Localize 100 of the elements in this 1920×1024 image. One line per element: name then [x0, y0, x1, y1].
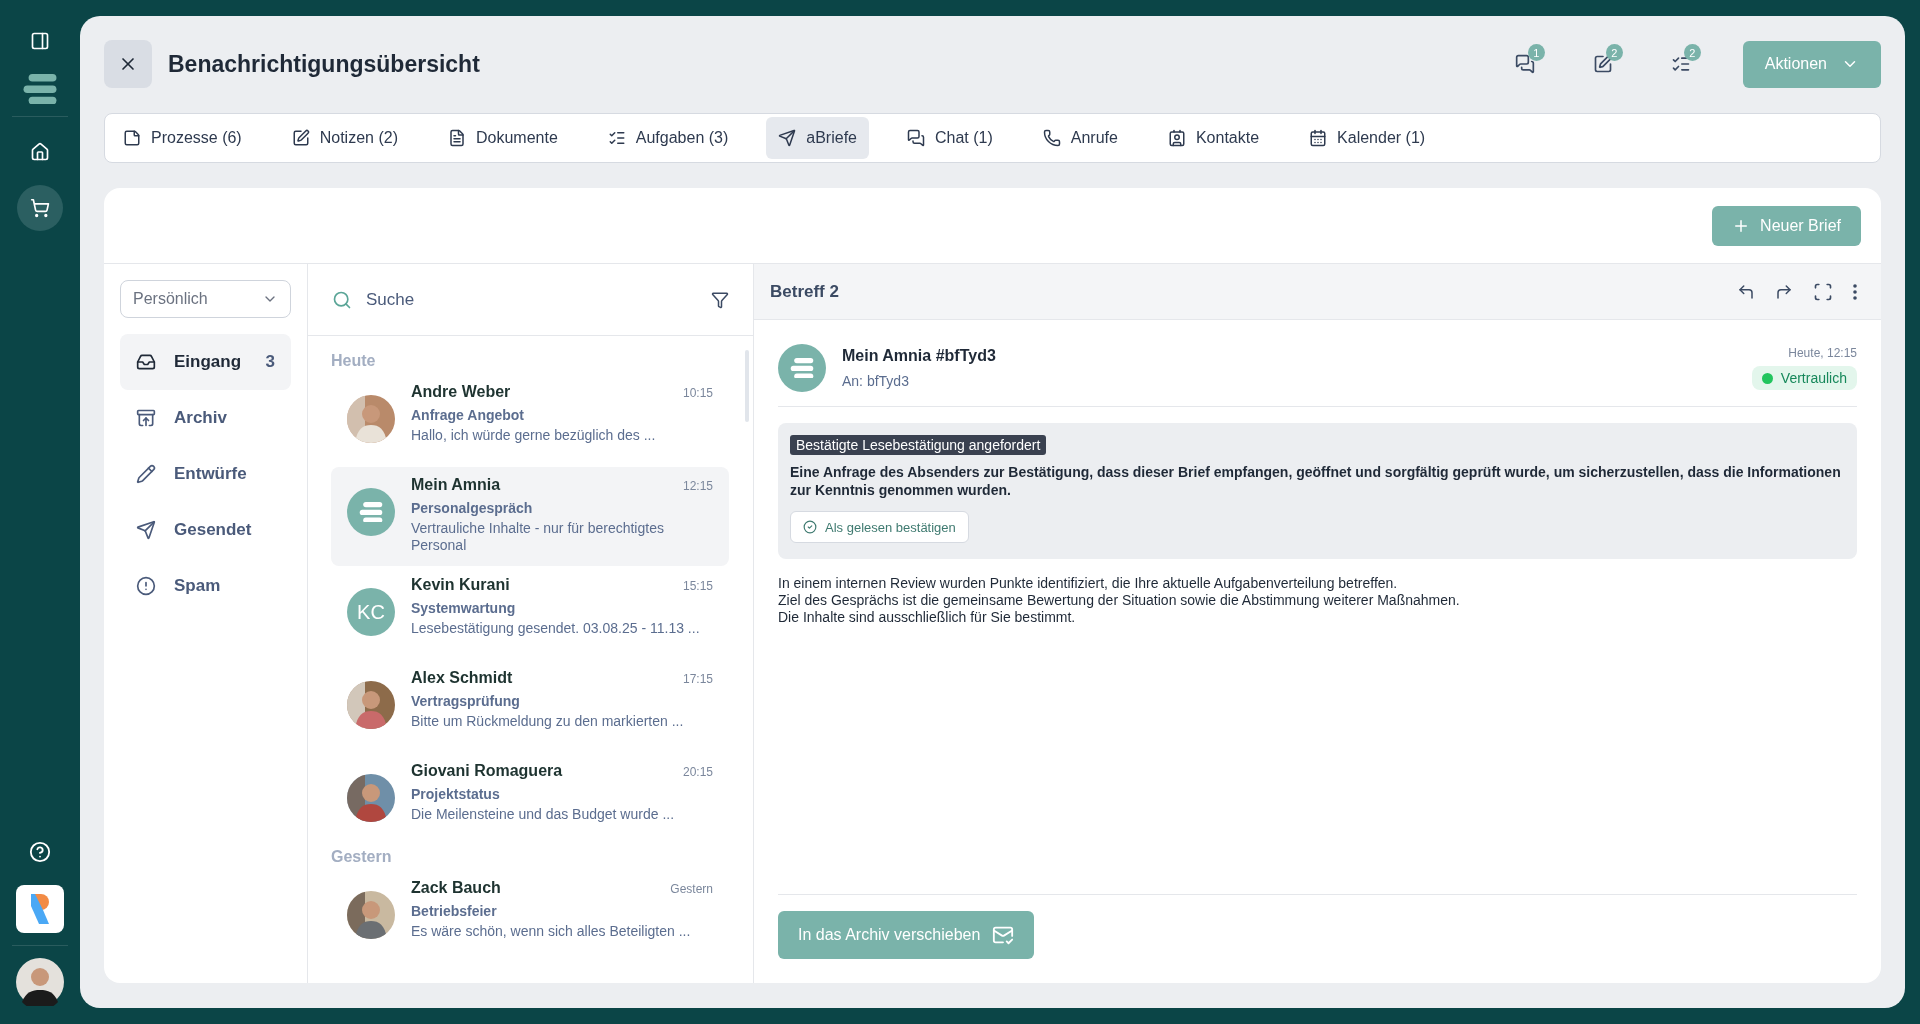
tab[interactable]: Kalender (1)	[1297, 117, 1438, 159]
message-subject: Anfrage Angebot	[411, 407, 526, 423]
tag-label: Vertraulich	[1780, 370, 1847, 386]
sender-name: Kevin Kurani	[411, 576, 510, 594]
home-icon	[30, 142, 50, 163]
phone-icon	[1042, 129, 1061, 147]
checklist-icon	[607, 129, 626, 147]
side-panel-icon	[30, 31, 50, 51]
filter-icon	[711, 290, 729, 309]
message-preview: Bitte um Rückmeldung zu den markierten ...	[411, 713, 685, 730]
document-icon	[447, 129, 466, 147]
folder-item[interactable]: Entwürfe	[120, 446, 291, 502]
message-subject: Systemwartung	[411, 600, 517, 616]
sender-name: Alex Schmidt	[411, 669, 513, 687]
tab[interactable]: Chat (1)	[895, 117, 1005, 159]
chat-icon	[1514, 54, 1535, 74]
message-item[interactable]: Alex Schmidt 17:15 Vertragsprüfung Bitte um Rückmeldung zu den markierten ...	[331, 660, 729, 752]
sender-name: Andre Weber	[411, 383, 511, 401]
date-group-label: Gestern	[331, 848, 393, 867]
reply-icon	[1737, 282, 1755, 301]
tab[interactable]: Prozesse (6)	[111, 117, 254, 159]
message-subject: Personalgespräch	[411, 500, 534, 516]
chat-icon	[907, 129, 925, 147]
message-item[interactable]: Andre Weber 10:15 Anfrage Angebot Hallo, ich würde gerne bezüglich des ...	[331, 374, 729, 466]
message-preview: Hallo, ich würde gerne bezüglich des ...	[411, 427, 657, 444]
message-subject: Betriebsfeier	[411, 903, 498, 919]
logo-icon	[358, 501, 384, 523]
message-time: Gestern	[670, 882, 713, 896]
message-item[interactable]: KC Kevin Kurani 15:15 Systemwartung Lesebestätigung gesendet. 03.08.25 - 11.13 ...	[331, 567, 729, 659]
count-badge: 1	[1527, 44, 1545, 61]
cart-button[interactable]	[17, 185, 63, 232]
more-icon	[1853, 283, 1857, 300]
forward-icon	[1775, 282, 1793, 301]
sender-name: Mein Amnia #bfTyd3	[842, 347, 997, 365]
help-icon	[29, 841, 51, 863]
tab[interactable]: Kontakte	[1155, 117, 1272, 159]
message-item[interactable]: Zack Bauch Gestern Betriebsfeier Es wäre schön, wenn sich alles Beteiligten ...	[331, 870, 729, 962]
message-preview: Lesebestätigung gesendet. 03.08.25 - 11.13 ...	[411, 620, 701, 637]
sender-name: Zack Bauch	[411, 879, 501, 897]
message-time: 15:15	[682, 579, 713, 593]
message-preview: Die Meilensteine und das Budget wurde ...	[411, 806, 676, 823]
pencil-icon	[136, 464, 156, 484]
page-title: Benachrichtigungsübersicht	[168, 50, 481, 78]
folder-item[interactable]: Eingang 3	[120, 334, 291, 390]
message-time: 17:15	[682, 672, 713, 686]
mail-check-icon	[992, 924, 1015, 946]
tab[interactable]: aBriefe	[766, 117, 869, 159]
message-time: 12:15	[682, 479, 713, 493]
letter-subject: Betreff 2	[770, 281, 840, 302]
folder-item[interactable]: Spam	[120, 558, 291, 614]
inbox-icon	[136, 352, 156, 372]
message-subject: Vertragsprüfung	[411, 693, 521, 709]
sender-name: Giovani Romaguera	[411, 762, 563, 780]
app-logo-icon	[29, 894, 51, 924]
count-badge: 2	[1683, 44, 1701, 61]
logo-icon	[789, 357, 815, 379]
count-badge: 2	[1605, 44, 1623, 61]
calendar-icon	[1309, 129, 1328, 147]
contact-icon	[1167, 129, 1186, 147]
body-text: Ziel des Gesprächs ist die gemeinsame Bewertung der Situation sowie die Abstimmung weiterer Maßnahmen.	[778, 592, 1461, 609]
pen-square-icon	[291, 129, 310, 147]
date-group-label: Heute	[331, 352, 377, 371]
user-avatar[interactable]	[16, 958, 64, 1006]
message-time: 10:15	[682, 386, 713, 400]
folder-dropdown[interactable]: Persönlich	[120, 280, 291, 318]
check-circle-icon	[803, 520, 817, 534]
folder-item[interactable]: Archiv	[120, 390, 291, 446]
archive-icon	[136, 408, 156, 428]
app-tile[interactable]	[16, 885, 64, 933]
initials-avatar: KC	[347, 588, 395, 636]
letter-date: Heute, 12:15	[1788, 346, 1857, 360]
message-item[interactable]: Mein Amnia 12:15 Personalgespräch Vertrauliche Inhalte - nur für berechtigtes Personal	[331, 467, 729, 566]
recipient: An: bfTyd3	[842, 373, 910, 389]
alert-icon	[136, 576, 156, 596]
tab[interactable]: Aufgaben (3)	[595, 117, 741, 159]
message-subject: Projektstatus	[411, 786, 501, 802]
body-text: In einem internen Review wurden Punkte identifiziert, die Ihre aktuelle Aufgabenverteilung betreffen.	[778, 575, 1399, 592]
body-text: Die Inhalte sind ausschließlich für Sie bestimmt.	[778, 609, 1077, 626]
message-time: 20:15	[682, 765, 713, 779]
logo-icon	[21, 74, 59, 105]
tab[interactable]: Notizen (2)	[279, 117, 410, 159]
confirm-read-button[interactable]: Als gelesen bestätigen	[790, 511, 969, 543]
checklist-icon	[1670, 54, 1691, 74]
cart-icon	[30, 198, 50, 219]
tab[interactable]: Anrufe	[1030, 117, 1130, 159]
pen-square-icon	[1592, 54, 1613, 74]
tab[interactable]: Dokumente	[435, 117, 570, 159]
expand-icon	[1813, 281, 1833, 302]
sender-name: Mein Amnia	[411, 476, 501, 494]
notice-title: Bestätigte Lesebestätigung angefordert	[790, 435, 1047, 455]
notice-text: Eine Anfrage des Absenders zur Bestätigung, dass dieser Brief empfangen, geöffnet und sorgfältig geprüft wurde, um sicherzustellen, dass die Informationen zur Kenntnis genommen wurden.	[790, 463, 1842, 499]
folder-item[interactable]: Gesendet	[120, 502, 291, 558]
send-icon	[778, 129, 797, 147]
note-icon	[123, 129, 141, 147]
send-icon	[136, 520, 156, 540]
message-preview: Vertrauliche Inhalte - nur für berechtigtes Personal	[411, 520, 665, 554]
close-button[interactable]	[104, 40, 152, 88]
search-icon	[332, 289, 352, 310]
message-item[interactable]: Giovani Romaguera 20:15 Projektstatus Die Meilensteine und das Budget wurde ...	[331, 753, 729, 845]
message-preview: Es wäre schön, wenn sich alles Beteiligten ...	[411, 923, 692, 940]
